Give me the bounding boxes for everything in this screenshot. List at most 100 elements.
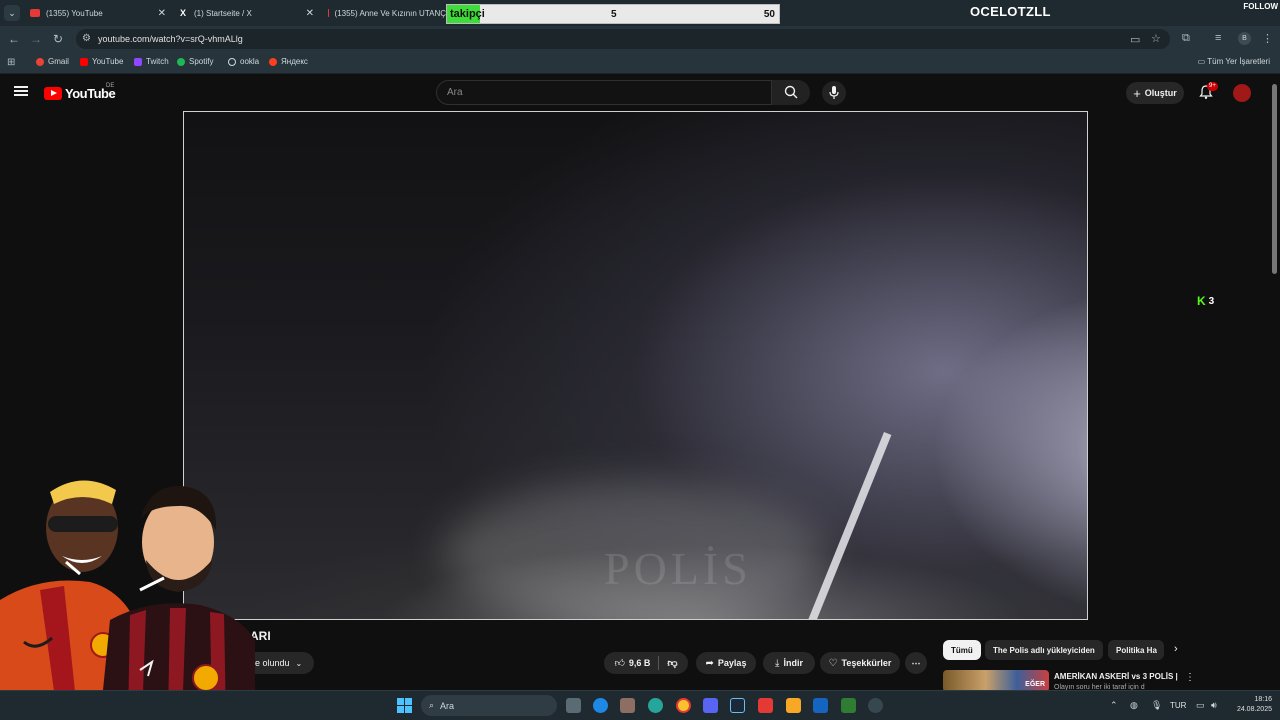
- url-field[interactable]: ⚙ youtube.com/watch?v=srQ-vhmALlg ▭ ☆: [76, 29, 1170, 49]
- edge-icon[interactable]: [593, 698, 608, 713]
- windows-start-icon[interactable]: [397, 698, 412, 713]
- microphone-tray-icon[interactable]: 🎙︎: [1151, 700, 1162, 711]
- cast-icon[interactable]: ▭: [1130, 33, 1140, 46]
- gmail-icon: [36, 57, 44, 66]
- close-tab-icon[interactable]: ✕: [158, 8, 166, 19]
- profile-avatar[interactable]: B: [1238, 32, 1251, 45]
- voice-search-button[interactable]: [822, 81, 846, 105]
- kick-icon: K: [1197, 294, 1206, 308]
- x-icon: X: [179, 8, 186, 18]
- tray-expand-icon[interactable]: ⌃: [1110, 700, 1118, 711]
- kick-viewer-count: 3: [1208, 295, 1215, 307]
- more-actions-button[interactable]: ⋯: [905, 652, 927, 674]
- media-controls-icon[interactable]: ≡: [1215, 32, 1221, 44]
- page-scrollbar[interactable]: [1272, 84, 1277, 274]
- bookmark-label: YouTube: [92, 57, 124, 66]
- all-bookmarks-folder[interactable]: ▭ Tüm Yer İşaretleri: [1198, 57, 1270, 66]
- microphone-icon: [829, 86, 839, 99]
- close-tab-icon[interactable]: ✕: [306, 8, 314, 19]
- thanks-button[interactable]: ♡ Teşekkürler: [820, 652, 900, 674]
- youtube-app-icon[interactable]: [758, 698, 773, 713]
- streamer-cartoon-overlay: [0, 480, 255, 720]
- steam-icon[interactable]: [730, 698, 745, 713]
- notifications-badge: 9+: [1207, 82, 1218, 91]
- chip-all[interactable]: Tümü: [943, 640, 981, 660]
- app-icon[interactable]: [868, 698, 883, 713]
- taskbar-search-placeholder: Ara: [440, 700, 455, 711]
- account-avatar[interactable]: [1233, 84, 1251, 102]
- taskbar-search[interactable]: ⌕ Ara: [421, 695, 557, 716]
- tab-search-dropdown-icon[interactable]: ⌄: [4, 5, 20, 21]
- bookmark-gmail[interactable]: Gmail: [36, 57, 69, 66]
- speedtest-icon: [228, 57, 236, 66]
- bookmark-label: Яндекс: [281, 57, 308, 66]
- bookmark-label: Twitch: [146, 57, 169, 66]
- browser-address-bar: ← → ↻ ⚙ youtube.com/watch?v=srQ-vhmALlg …: [0, 26, 1280, 52]
- video-player[interactable]: POLİS: [183, 111, 1088, 620]
- reload-icon[interactable]: ↻: [51, 32, 65, 46]
- back-icon[interactable]: ←: [7, 32, 21, 46]
- browser-menu-icon[interactable]: ⋮: [1262, 32, 1273, 45]
- share-button[interactable]: ➦ Paylaş: [696, 652, 756, 674]
- discord-icon[interactable]: [703, 698, 718, 713]
- search-placeholder: Ara: [447, 87, 463, 98]
- streamer-name: OCELOTZLL: [970, 4, 1051, 19]
- youtube-logo[interactable]: YouTube: [44, 86, 116, 101]
- task-view-icon[interactable]: [566, 698, 581, 713]
- steam-app-icon[interactable]: [813, 698, 828, 713]
- search-input[interactable]: Ara: [436, 80, 772, 105]
- thanks-label: Teşekkürler: [841, 658, 892, 668]
- all-bookmarks-label: Tüm Yer İşaretleri: [1207, 57, 1270, 66]
- bookmark-twitch[interactable]: Twitch: [134, 57, 169, 66]
- bookmark-ookla[interactable]: ookla: [228, 57, 259, 66]
- youtube-masthead: YouTube DE Ara + Oluştur 9+: [0, 74, 1280, 110]
- url-text[interactable]: youtube.com/watch?v=srQ-vhmALlg: [98, 34, 243, 44]
- follower-goal-bar: takipçi 5 50: [446, 4, 780, 24]
- system-clock[interactable]: 18:16 24.08.2025: [1232, 695, 1272, 715]
- like-icon[interactable]: 👍︎: [614, 657, 624, 669]
- chrome-icon[interactable]: [676, 698, 691, 713]
- folder-icon: ▭: [1197, 57, 1208, 66]
- volume-icon[interactable]: 🔊︎: [1211, 700, 1217, 711]
- site-info-icon[interactable]: ⚙: [82, 33, 91, 44]
- recommendation-title[interactable]: AMERİKAN ASKERİ vs 3 POLİS |: [1054, 672, 1178, 681]
- apps-grid-icon[interactable]: ⊞: [7, 57, 15, 68]
- dislike-icon[interactable]: 👎︎: [667, 657, 677, 669]
- input-language[interactable]: TUR: [1170, 701, 1186, 710]
- like-count[interactable]: 9,6 B: [629, 658, 651, 668]
- country-code: DE: [106, 83, 115, 89]
- tab-youtube[interactable]: (1355) YouTube ✕: [30, 3, 166, 23]
- file-explorer-icon[interactable]: [786, 698, 801, 713]
- youtube-icon: [328, 9, 329, 17]
- bookmark-youtube[interactable]: YouTube: [80, 57, 123, 66]
- download-label: İndir: [783, 658, 803, 668]
- chip-politics[interactable]: Politika Ha: [1108, 640, 1164, 660]
- bookmark-spotify[interactable]: Spotify: [177, 57, 213, 66]
- forward-icon[interactable]: →: [29, 32, 43, 46]
- browser-app-icon[interactable]: [648, 698, 663, 713]
- tab-x[interactable]: X (1) Startseite / X ✕: [178, 3, 314, 23]
- extensions-icon[interactable]: ⧉: [1182, 32, 1190, 45]
- search-button[interactable]: [772, 80, 810, 105]
- store-icon[interactable]: [620, 698, 635, 713]
- tab-youtube-video[interactable]: (1355) Anne Ve Kızının UTANÇ: [328, 3, 446, 23]
- create-button[interactable]: + Oluştur: [1126, 82, 1184, 104]
- recommendation-thumbnail[interactable]: EĞER: [943, 670, 1049, 692]
- security-tray-icon[interactable]: ◍: [1130, 700, 1138, 711]
- bookmark-label: ookla: [240, 57, 260, 66]
- recommendation-menu-icon[interactable]: ⋮: [1185, 672, 1195, 683]
- subscribed-label: ne olundu: [250, 658, 290, 668]
- browser-tab-bar: ⌄ (1355) YouTube ✕ X (1) Startseite / X …: [0, 0, 1280, 26]
- download-button[interactable]: ⤓ İndir: [763, 652, 815, 674]
- chevron-down-icon: ⌄: [295, 658, 303, 668]
- obs-icon[interactable]: [841, 698, 856, 713]
- bookmark-yandex[interactable]: Яндекс: [269, 57, 308, 66]
- chip-uploader[interactable]: The Polis adlı yükleyiciden: [985, 640, 1103, 660]
- share-label: Paylaş: [717, 658, 747, 668]
- hamburger-menu-icon[interactable]: [14, 86, 28, 96]
- bookmark-label: Spotify: [189, 57, 214, 66]
- tab-title: (1355) Anne Ve Kızının UTANÇ: [334, 8, 446, 18]
- network-icon[interactable]: ▭: [1196, 700, 1205, 711]
- chevron-right-icon[interactable]: ›: [1174, 643, 1178, 655]
- bookmark-star-icon[interactable]: ☆: [1151, 32, 1161, 45]
